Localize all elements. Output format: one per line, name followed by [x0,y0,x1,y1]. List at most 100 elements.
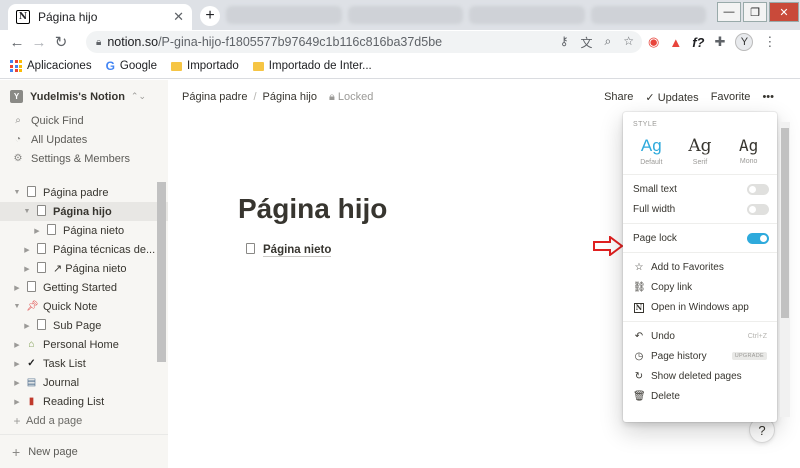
toggle-closed-icon[interactable]: ▶ [12,284,22,292]
bookmark-folder-importado[interactable]: Importado [171,60,239,72]
toggle-closed-icon[interactable]: ▶ [12,398,22,406]
add-to-favorites-item[interactable]: ☆ Add to Favorites [623,257,777,277]
page-icon [26,185,37,200]
toggle-open-icon[interactable]: ▼ [22,208,32,215]
minimize-button[interactable]: — [717,2,741,22]
toggle-closed-icon[interactable]: ▶ [12,360,22,368]
toggle-closed-icon[interactable]: ▶ [12,379,22,387]
style-option-serif[interactable]: Ag Serif [678,136,722,166]
back-arrow-icon[interactable]: ← [6,34,28,51]
translate-icon[interactable]: 文 [580,34,592,51]
maximize-button[interactable]: ❐ [743,2,767,22]
zoom-icon[interactable]: ⌕ [605,34,612,51]
blurred-tab[interactable] [347,6,463,24]
history-icon: ◷ [634,350,644,362]
tree-item-pagina-hijo[interactable]: ▼ Página hijo [0,202,168,221]
toggle-closed-icon[interactable]: ▶ [32,227,42,235]
toggle-closed-icon[interactable]: ▶ [12,341,22,349]
tree-item-label: Reading List [43,395,105,408]
profile-avatar[interactable]: Y [735,33,754,51]
toggle-closed-icon[interactable]: ▶ [22,265,32,273]
tab-close-icon[interactable]: ✕ [173,9,184,25]
workspace-switcher[interactable]: Y Yudelmis's Notion ⌃⌄ [0,80,168,111]
tree-item-label: Getting Started [43,281,117,294]
url-host: notion.so [107,35,159,49]
notion-icon: N [634,302,644,313]
tree-item-label: Página hijo [53,205,112,218]
toggle-open-icon[interactable]: ▼ [12,303,22,310]
sidebar-item-quick-find[interactable]: ⌕ Quick Find [0,111,168,130]
bookmark-google[interactable]: G Google [106,59,157,73]
breadcrumb-current[interactable]: Página hijo [263,91,317,103]
key-icon[interactable]: ⚷ [560,34,569,51]
blurred-tab[interactable] [469,6,585,24]
toggle-open-icon[interactable]: ▼ [12,189,22,196]
more-options-icon[interactable]: ••• [762,91,774,103]
breadcrumb-parent[interactable]: Página padre [182,91,247,103]
scrollbar-thumb[interactable] [781,128,789,318]
tree-item-getting-started[interactable]: ▶ Getting Started [0,278,168,297]
favorite-button[interactable]: Favorite [711,91,751,103]
menu-item-label: Add to Favorites [651,261,724,273]
tree-item-pagina-nieto[interactable]: ▶ Página nieto [0,221,168,240]
tree-item-personal-home[interactable]: ▶ ⌂ Personal Home [0,335,168,354]
sidebar-item-all-updates[interactable]: ◔ All Updates [0,130,168,149]
tree-item-journal[interactable]: ▶ ▤ Journal [0,373,168,392]
browser-menu-icon[interactable]: ⋮ [763,34,776,50]
toggle-closed-icon[interactable]: ▶ [22,246,32,254]
new-tab-button[interactable]: + [200,6,220,26]
page-lock-toggle[interactable] [747,233,769,244]
extension-fx-icon[interactable]: f? [692,35,704,50]
new-page-button[interactable]: + New page [0,434,168,468]
blurred-tab[interactable] [226,6,342,24]
bookmarks-bar: Aplicaciones G Google Importado Importad… [0,54,800,79]
style-option-mono[interactable]: Ag Mono [727,136,771,166]
style-option-default[interactable]: Ag Default [629,136,673,166]
bookmark-apps[interactable]: Aplicaciones [10,60,92,72]
star-icon: ☆ [634,261,644,273]
sidebar-item-settings[interactable]: ⚙ Settings & Members [0,149,168,168]
small-text-toggle[interactable] [747,184,769,195]
delete-item[interactable]: 🗑︎ Delete [623,386,777,406]
full-width-toggle[interactable] [747,204,769,215]
annotation-arrow-icon [593,236,624,256]
toggle-closed-icon[interactable]: ▶ [22,322,32,330]
menu-scrollbar[interactable] [780,122,790,417]
browser-tab-active[interactable]: N Página hijo ✕ [8,4,192,30]
sidebar-scrollbar[interactable] [157,182,166,428]
bookmark-folder-importado-inter[interactable]: Importado de Inter... [252,60,372,72]
blurred-tab[interactable] [590,6,706,24]
page-lock-row[interactable]: Page lock [623,228,777,248]
scrollbar-thumb[interactable] [157,182,166,362]
window-close-button[interactable]: ✕ [769,2,799,22]
address-bar[interactable]: 🔒︎ notion.so/P-gina-hijo-f1805577b97649c… [86,31,642,53]
tree-item-pagina-nieto-link[interactable]: ▶ ↗ Página nieto [0,259,168,278]
copy-link-item[interactable]: ⛓ Copy link [623,277,777,297]
forward-arrow-icon[interactable]: → [28,34,50,51]
tree-item-pagina-tecnicas[interactable]: ▶ Página técnicas de... [0,240,168,259]
tree-item-quick-note[interactable]: ▼ 📌︎ Quick Note [0,297,168,316]
tree-item-label: Página padre [43,186,109,199]
folder-icon [171,61,183,71]
reload-icon[interactable]: ↻ [50,33,72,51]
show-deleted-pages-item[interactable]: ↻ Show deleted pages [623,366,777,386]
tree-item-sub-page[interactable]: ▶ Sub Page [0,316,168,335]
tree-item-pagina-padre[interactable]: ▼ Página padre [0,183,168,202]
puzzle-icon[interactable]: ✚ [715,34,726,50]
extension-red-icon[interactable]: ◉ [648,34,659,50]
page-title[interactable]: Página hijo [238,193,387,225]
updates-label: Updates [657,91,699,104]
open-in-windows-app-item[interactable]: N Open in Windows app [623,297,777,317]
full-width-row[interactable]: Full width [623,199,777,219]
add-page-button[interactable]: + Add a page [0,411,168,430]
subpage-link[interactable]: Página nieto [246,243,332,257]
share-button[interactable]: Share [604,91,633,103]
tree-item-reading-list[interactable]: ▶ ▮ Reading List [0,392,168,411]
small-text-row[interactable]: Small text [623,179,777,199]
tree-item-task-list[interactable]: ▶ ✓ Task List [0,354,168,373]
page-history-item[interactable]: ◷ Page history UPGRADE [623,346,777,366]
bookmark-star-icon[interactable]: ☆ [623,34,634,51]
extension-lock-icon[interactable]: ▲ [669,35,682,50]
updates-button[interactable]: ✓ Updates [645,91,698,104]
undo-item[interactable]: ↶ Undo Ctrl+Z [623,326,777,346]
